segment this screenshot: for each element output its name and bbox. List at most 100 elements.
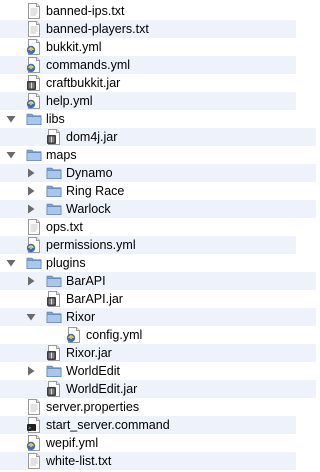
item-label: server.properties: [46, 400, 140, 414]
folder-icon: [46, 201, 62, 217]
disclosure-open-icon[interactable]: [26, 312, 36, 322]
item-label: maps: [46, 148, 77, 162]
file-row-wepif-yml[interactable]: wepif.yml: [0, 434, 296, 452]
jar-file-icon: [46, 291, 62, 307]
folder-icon: [26, 255, 42, 271]
file-row-rixor-jar[interactable]: Rixor.jar: [0, 344, 316, 362]
file-row-help-yml[interactable]: help.yml: [0, 92, 296, 110]
yml-file-icon: [26, 93, 42, 109]
file-row-permissions-yml[interactable]: permissions.yml: [0, 236, 296, 254]
item-label: help.yml: [46, 94, 93, 108]
folder-row-warlock[interactable]: Warlock: [0, 200, 316, 218]
item-label: commands.yml: [46, 58, 131, 72]
folder-icon: [26, 147, 42, 163]
folder-row-dynamo[interactable]: Dynamo: [0, 164, 316, 182]
item-label: WorldEdit.jar: [66, 382, 138, 396]
yml-file-icon: [26, 39, 42, 55]
file-row-craftbukkit-jar[interactable]: craftbukkit.jar: [0, 74, 296, 92]
item-label: plugins: [46, 256, 86, 270]
item-label: wepif.yml: [46, 436, 99, 450]
yml-file-icon: [26, 57, 42, 73]
jar-file-icon: [46, 381, 62, 397]
file-row-white-list-txt[interactable]: white-list.txt: [0, 452, 296, 470]
disclosure-closed-icon[interactable]: [26, 168, 36, 178]
item-label: start_server.command: [46, 418, 170, 432]
jar-file-icon: [46, 345, 62, 361]
disclosure-closed-icon[interactable]: [26, 276, 36, 286]
folder-row-maps[interactable]: maps: [0, 146, 296, 164]
folder-row-plugins[interactable]: plugins: [0, 254, 296, 272]
svg-text:>_: >_: [28, 425, 35, 431]
item-label: bukkit.yml: [46, 40, 102, 54]
folder-icon: [46, 273, 62, 289]
folder-row-worldedit[interactable]: WorldEdit: [0, 362, 316, 380]
item-label: WorldEdit: [66, 364, 120, 378]
item-label: craftbukkit.jar: [46, 76, 121, 90]
item-label: banned-ips.txt: [46, 4, 125, 18]
folder-row-rixor[interactable]: Rixor: [0, 308, 316, 326]
folder-row-ring-race[interactable]: Ring Race: [0, 182, 316, 200]
text-file-icon: [26, 399, 42, 415]
yml-file-icon: [66, 327, 82, 343]
item-label: banned-players.txt: [46, 22, 149, 36]
folder-icon: [46, 363, 62, 379]
item-label: Rixor.jar: [66, 346, 112, 360]
folder-row-barapi[interactable]: BarAPI: [0, 272, 316, 290]
item-label: Rixor: [66, 310, 96, 324]
file-row-ops-txt[interactable]: ops.txt: [0, 218, 296, 236]
file-row-bukkit-yml[interactable]: bukkit.yml: [0, 38, 296, 56]
file-row-config-yml[interactable]: config.yml: [0, 326, 320, 344]
text-file-icon: [26, 453, 42, 469]
item-label: BarAPI: [66, 274, 106, 288]
yml-file-icon: [26, 435, 42, 451]
folder-row-libs[interactable]: libs: [0, 110, 296, 128]
item-label: BarAPI.jar: [66, 292, 123, 306]
file-row-commands-yml[interactable]: commands.yml: [0, 56, 296, 74]
disclosure-closed-icon[interactable]: [26, 204, 36, 214]
folder-icon: [46, 165, 62, 181]
file-row-worldedit-jar[interactable]: WorldEdit.jar: [0, 380, 316, 398]
file-row-dom4j-jar[interactable]: dom4j.jar: [0, 128, 316, 146]
file-row-banned-ips-txt[interactable]: banned-ips.txt: [0, 2, 296, 20]
disclosure-closed-icon[interactable]: [26, 366, 36, 376]
file-row-start-server-command[interactable]: >_ start_server.command: [0, 416, 296, 434]
item-label: Dynamo: [66, 166, 113, 180]
text-file-icon: [26, 21, 42, 37]
text-file-icon: [26, 3, 42, 19]
yml-file-icon: [26, 237, 42, 253]
item-label: permissions.yml: [46, 238, 136, 252]
item-label: white-list.txt: [46, 454, 112, 468]
jar-file-icon: [46, 129, 62, 145]
disclosure-open-icon[interactable]: [6, 114, 16, 124]
item-label: Warlock: [66, 202, 111, 216]
folder-icon: [46, 309, 62, 325]
item-label: config.yml: [86, 328, 143, 342]
disclosure-open-icon[interactable]: [6, 150, 16, 160]
disclosure-closed-icon[interactable]: [26, 186, 36, 196]
file-row-server-properties[interactable]: server.properties: [0, 398, 296, 416]
disclosure-open-icon[interactable]: [6, 258, 16, 268]
file-tree: banned-ips.txt banned-players.txt bukkit…: [0, 0, 316, 472]
item-label: dom4j.jar: [66, 130, 118, 144]
file-row-barapi-jar[interactable]: BarAPI.jar: [0, 290, 316, 308]
folder-icon: [46, 183, 62, 199]
item-label: ops.txt: [46, 220, 83, 234]
file-row-banned-players-txt[interactable]: banned-players.txt: [0, 20, 296, 38]
jar-file-icon: [26, 75, 42, 91]
command-file-icon: >_: [26, 417, 42, 433]
